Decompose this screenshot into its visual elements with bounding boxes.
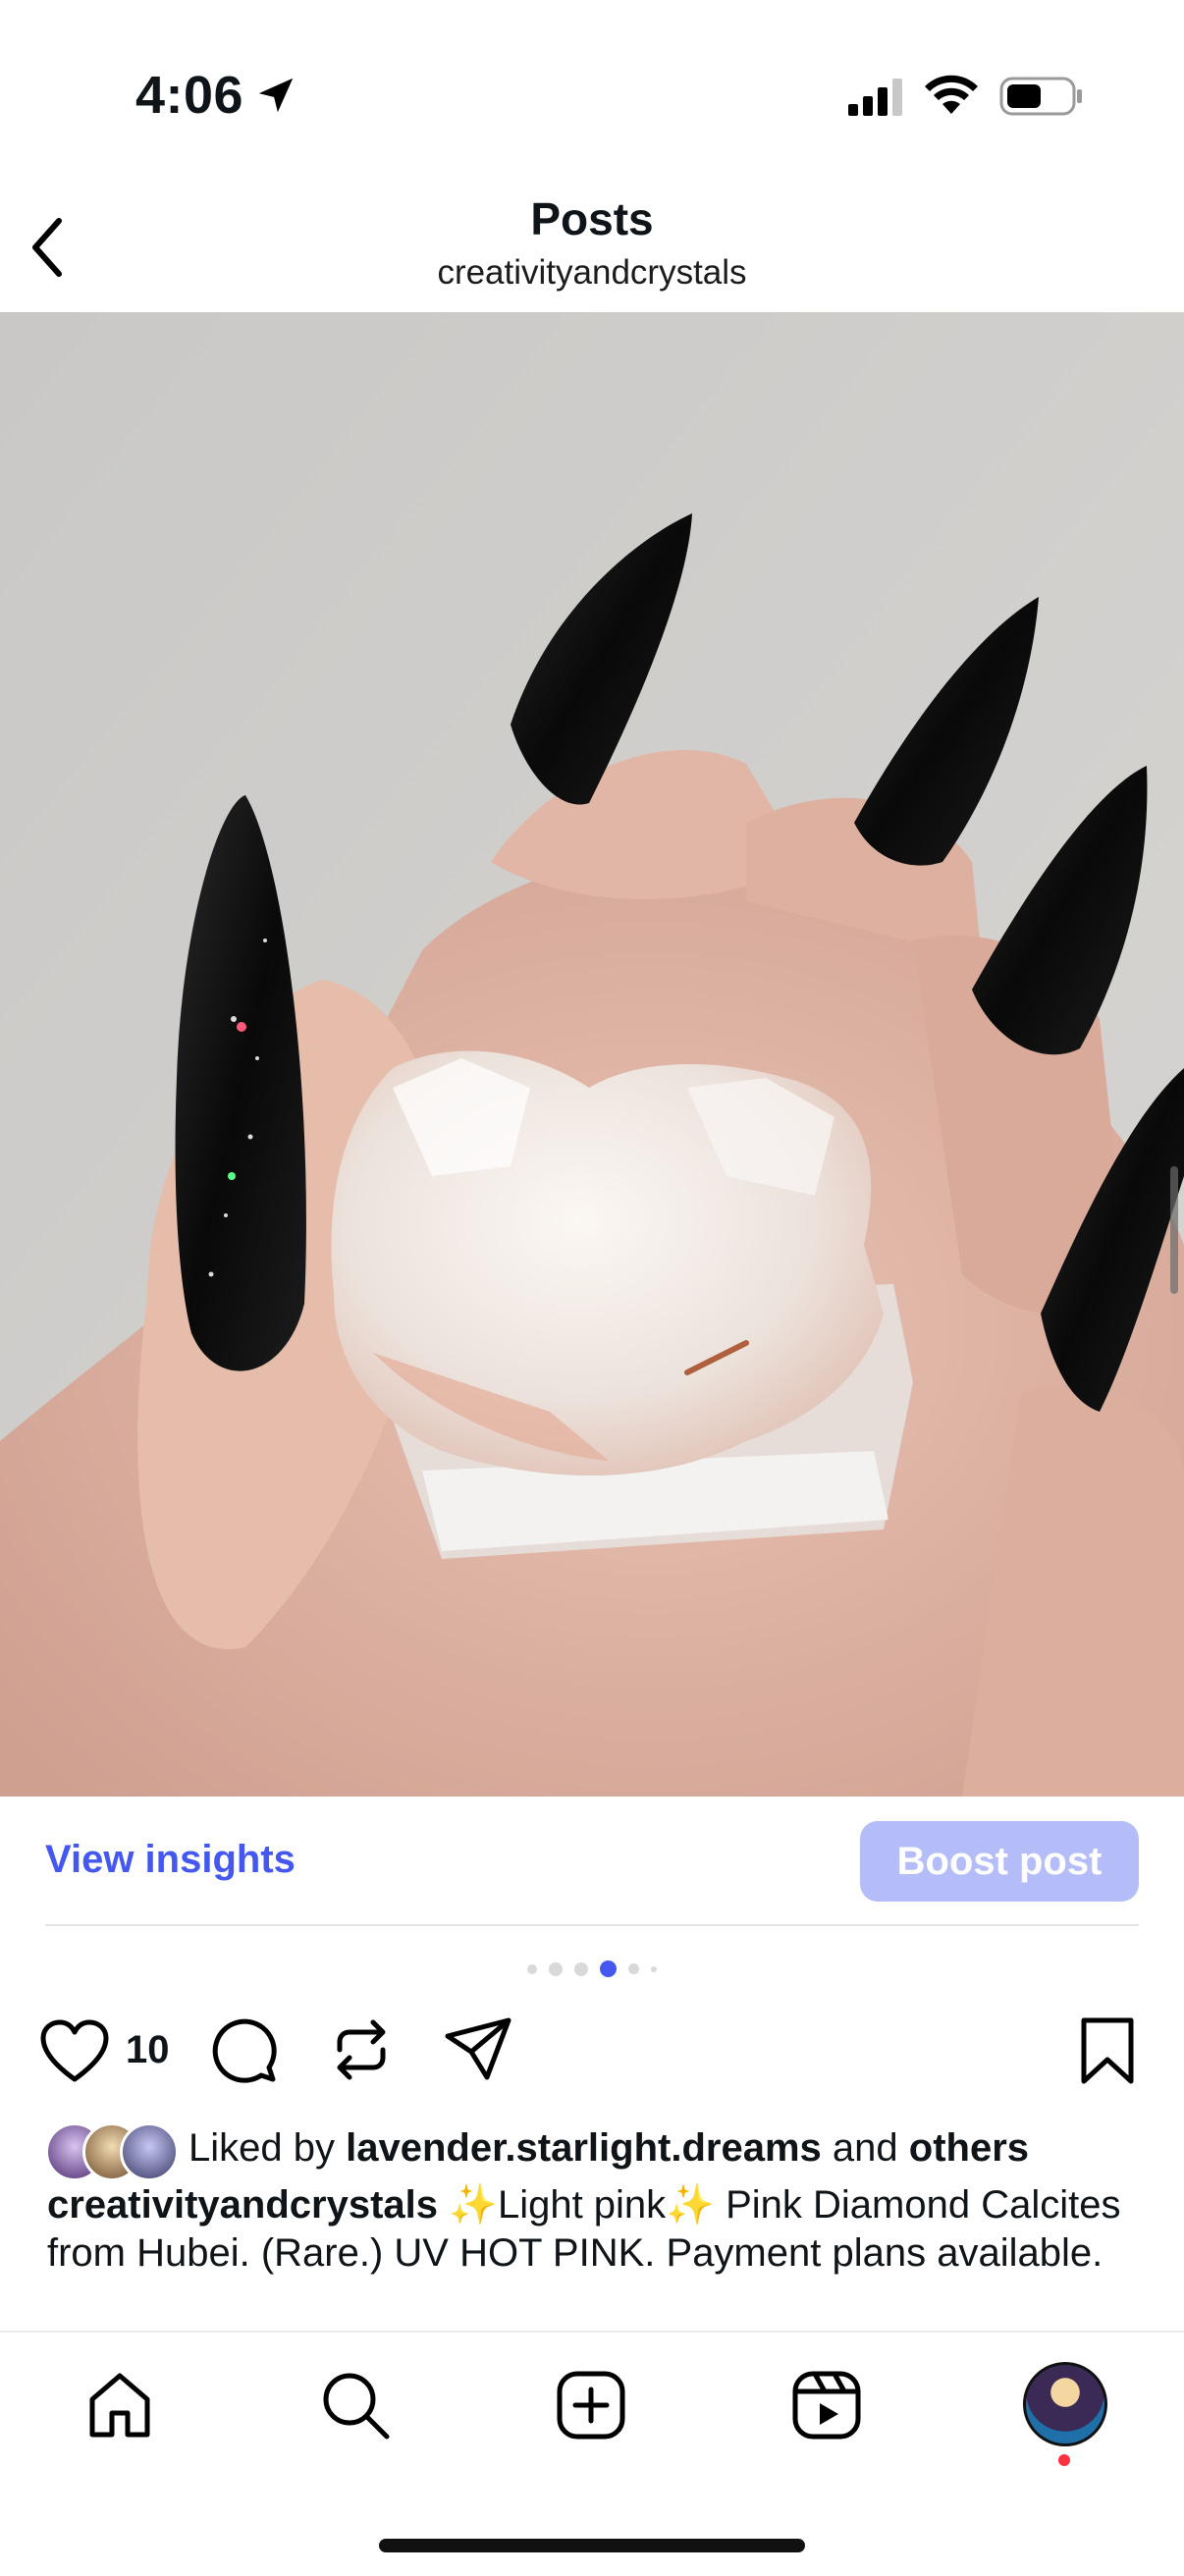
status-time: 4:06 [135, 66, 244, 125]
repost-icon[interactable] [326, 2014, 397, 2085]
page-subtitle[interactable]: creativityandcrystals [0, 253, 1184, 293]
liked-by-and: and [832, 2126, 898, 2170]
bookmark-icon[interactable] [1078, 2016, 1137, 2085]
carousel-indicator [0, 1960, 1184, 1977]
liker-avatars[interactable] [45, 2122, 183, 2181]
home-icon[interactable] [82, 2368, 157, 2442]
liked-by-username[interactable]: lavender.starlight.dreams [346, 2126, 822, 2170]
carousel-dot [574, 1961, 588, 1976]
status-bar: 4:06 [0, 0, 1184, 187]
heart-icon[interactable] [39, 2018, 110, 2083]
create-icon[interactable] [554, 2368, 628, 2442]
location-arrow-icon [258, 78, 294, 113]
comment-icon[interactable] [210, 2016, 279, 2085]
carousel-dot-active [600, 1960, 617, 1977]
wifi-icon [925, 75, 978, 114]
carousel-dot [651, 1965, 657, 1972]
divider [45, 1924, 1139, 1926]
page-title: Posts [530, 193, 654, 244]
liked-by-prefix: Liked by [188, 2126, 335, 2170]
notification-dot [1058, 2454, 1070, 2466]
view-insights-link[interactable]: View insights [45, 1838, 296, 1882]
carousel-dot [628, 1963, 639, 1974]
reels-icon[interactable] [789, 2368, 864, 2442]
like-count[interactable]: 10 [126, 2028, 170, 2072]
share-icon[interactable] [444, 2016, 514, 2083]
profile-avatar-tab[interactable] [1023, 2362, 1107, 2446]
avatar [120, 2122, 179, 2181]
liked-by-others[interactable]: others [909, 2126, 1029, 2170]
carousel-dot [527, 1963, 537, 1974]
signal-icon [848, 79, 902, 116]
carousel-dot [549, 1961, 563, 1976]
post-photo [0, 312, 1184, 1797]
liked-by-text[interactable]: Liked by lavender.starlight.dreams and o… [188, 2126, 1029, 2171]
caption-username[interactable]: creativityandcrystals [47, 2183, 438, 2227]
post-caption[interactable]: creativityandcrystals ✨Light pink✨ Pink … [47, 2181, 1137, 2278]
media-scroll-indicator [1170, 1166, 1178, 1294]
boost-post-button[interactable]: Boost post [860, 1821, 1139, 1902]
search-icon[interactable] [318, 2368, 393, 2442]
home-indicator [379, 2539, 805, 2552]
battery-icon [999, 77, 1082, 116]
post-media[interactable] [0, 312, 1184, 1797]
